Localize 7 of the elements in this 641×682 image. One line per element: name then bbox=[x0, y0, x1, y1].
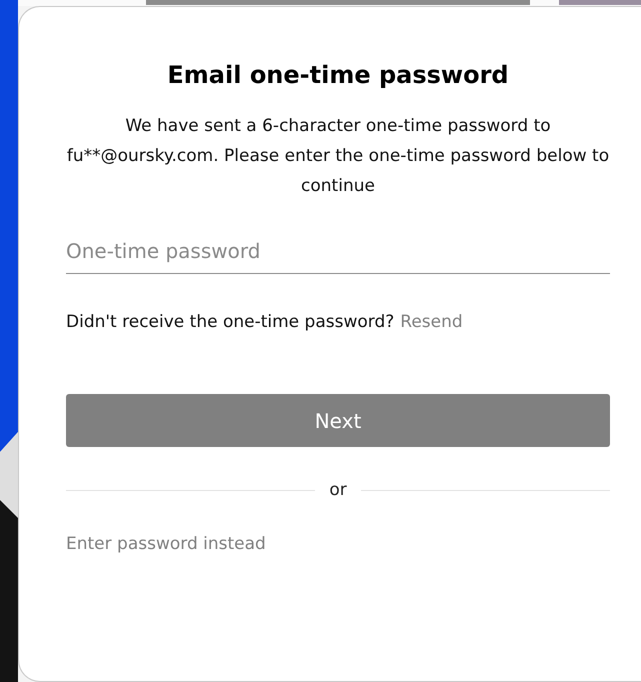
resend-prompt-text: Didn't receive the one-time password? bbox=[66, 312, 394, 332]
resend-link[interactable]: Resend bbox=[400, 312, 463, 332]
page-title: Email one-time password bbox=[166, 61, 510, 89]
description-text: We have sent a 6-character one-time password to fu**@oursky.com. Please enter the one-time password below to continue bbox=[66, 115, 610, 198]
otp-input-field[interactable]: One-time password bbox=[66, 231, 610, 274]
enter-password-link[interactable]: Enter password instead bbox=[66, 534, 266, 554]
divider-text: or bbox=[329, 480, 347, 500]
